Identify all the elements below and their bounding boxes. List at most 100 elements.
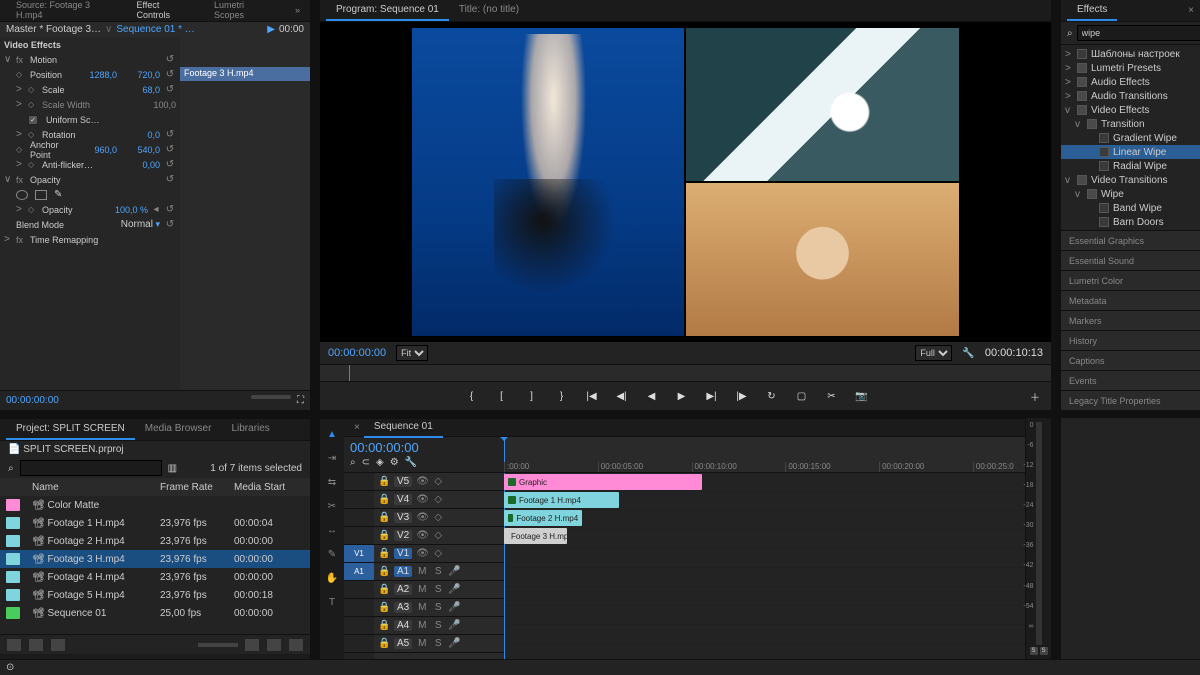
ec-blend-mode[interactable]: Normal ▾ [110,219,160,230]
transport-btn-13[interactable]: 📷 [854,388,870,404]
audio-track-header[interactable]: 🔒A3MS🎤 [374,599,504,617]
tab-effects[interactable]: Effects [1067,0,1117,21]
track-select-tool[interactable]: ⇥ [323,449,341,467]
panel-menu[interactable]: » [285,1,310,21]
pen-tool[interactable]: ✎ [323,545,341,563]
ec-position-y[interactable]: 720,0 [125,70,160,80]
transport-btn-7[interactable]: ▶ [674,388,690,404]
ec-scale[interactable]: 68,0 [125,85,160,95]
col-name[interactable]: Name [32,482,156,493]
ec-zoom-slider[interactable] [251,395,291,399]
transport-btn-0[interactable]: { [464,388,480,404]
twirl-opacityval[interactable]: > [16,204,24,215]
panel-stack-item[interactable]: Lumetri Color [1061,270,1200,290]
close-icon[interactable]: × [1182,5,1200,16]
effects-item[interactable]: Radial Wipe [1061,159,1200,173]
effects-item[interactable]: Band Wipe [1061,201,1200,215]
project-row[interactable]: 📽 Footage 2 H.mp423,976 fps00:00:00 [0,532,310,550]
panel-stack-item[interactable]: Essential Sound [1061,250,1200,270]
uniform-scale-check[interactable]: ✓ [28,115,38,125]
tab-libraries[interactable]: Libraries [221,419,279,440]
source-patch[interactable] [344,617,374,635]
ec-opacity[interactable]: Opacity [30,175,160,185]
reset-position[interactable]: ↺ [164,69,176,80]
kf-opacityval[interactable]: ◇ [28,205,38,214]
slip-tool[interactable]: ↔ [323,521,341,539]
reset-scale[interactable]: ↺ [164,84,176,95]
video-track-header[interactable]: 🔒V5👁◇ [374,473,504,491]
effects-item[interactable]: >Audio Transitions [1061,89,1200,103]
timeline-clip[interactable]: Graphic [504,474,702,490]
reset-motion[interactable]: ↺ [164,54,176,65]
timeline-lanes[interactable]: GraphicFootage 1 H.mp4Footage 2 H.mp4Foo… [504,473,1025,659]
list-view-icon[interactable] [6,638,22,652]
source-patch[interactable] [344,491,374,509]
reset-rotation[interactable]: ↺ [164,129,176,140]
effects-item[interactable]: Gradient Wipe [1061,131,1200,145]
reset-blend[interactable]: ↺ [164,219,176,230]
hand-tool[interactable]: ✋ [323,569,341,587]
kf-anchor[interactable]: ◇ [16,145,26,154]
twirl-motion[interactable]: ∨ [4,54,12,65]
type-tool[interactable]: T [323,593,341,611]
source-patch[interactable]: V1 [344,545,374,563]
panel-stack-item[interactable]: Legacy Title Properties [1061,390,1200,410]
timeline-tc[interactable]: 00:00:00:00 [350,440,498,455]
project-filter-icon[interactable]: ▥ [168,463,177,474]
program-quality[interactable]: Full [915,345,952,361]
timeline-clip[interactable]: Footage 2 H.mp4 [504,510,582,526]
source-patch[interactable] [344,527,374,545]
transport-btn-8[interactable]: ▶| [704,388,720,404]
divider-middle[interactable] [0,410,1200,418]
source-patch[interactable] [344,509,374,527]
program-ruler[interactable] [320,364,1051,382]
snap-icon[interactable]: ⌕ [350,457,356,468]
ripple-tool[interactable]: ⇆ [323,473,341,491]
ec-anchor-y[interactable]: 540,0 [125,145,160,155]
divider-right-2[interactable] [1051,418,1061,659]
kf-scale[interactable]: ◇ [28,85,38,94]
source-patch[interactable] [344,581,374,599]
effect-controls-timeline[interactable]: Footage 3 H.mp4 [180,37,310,390]
ec-position-x[interactable]: 1288,0 [82,70,117,80]
effects-item[interactable]: vVideo Effects [1061,103,1200,117]
settings-icon[interactable]: ⚙ [390,457,399,468]
twirl-antiflicker[interactable]: > [16,159,24,170]
project-row[interactable]: 📽 Sequence 0125,00 fps00:00:00 [0,604,310,622]
effects-item[interactable]: >Audio Effects [1061,75,1200,89]
transport-btn-2[interactable]: ] [524,388,540,404]
audio-track-header[interactable]: 🔒A4MS🎤 [374,617,504,635]
panel-stack-item[interactable]: Essential Graphics [1061,230,1200,250]
transport-btn-3[interactable]: } [554,388,570,404]
divider-left[interactable] [310,0,320,410]
transport-btn-6[interactable]: ◀ [644,388,660,404]
ec-time-remap[interactable]: Time Remapping [30,235,176,245]
marker-icon[interactable]: ◈ [376,457,384,468]
wrench-icon[interactable]: 🔧 [405,457,417,468]
reset-opacity[interactable]: ↺ [164,174,176,185]
add-button[interactable]: ＋ [1027,388,1043,404]
program-monitor[interactable] [320,22,1051,342]
divider-right[interactable] [1051,0,1061,410]
transport-btn-10[interactable]: ↻ [764,388,780,404]
effects-item[interactable]: vVideo Transitions [1061,173,1200,187]
transport-btn-11[interactable]: ▢ [794,388,810,404]
twirl-timeremap[interactable]: > [4,234,12,245]
divider-left-2[interactable] [310,418,320,659]
source-patch[interactable] [344,473,374,491]
effects-item[interactable]: vTransition [1061,117,1200,131]
source-patch[interactable]: A1 [344,563,374,581]
col-fps[interactable]: Frame Rate [160,482,230,493]
panel-stack-item[interactable]: Metadata [1061,290,1200,310]
freeform-view-icon[interactable] [50,638,66,652]
source-patch[interactable] [344,635,374,653]
solo-right[interactable]: S [1040,647,1048,655]
ec-rotation[interactable]: 0,0 [125,130,160,140]
video-track-header[interactable]: 🔒V3👁◇ [374,509,504,527]
zoom-slider[interactable] [198,643,238,647]
project-row[interactable]: 📽 Footage 1 H.mp423,976 fps00:00:04 [0,514,310,532]
transport-btn-4[interactable]: |◀ [584,388,600,404]
icon-view-icon[interactable] [28,638,44,652]
solo-left[interactable]: S [1030,647,1038,655]
ec-seq[interactable]: Sequence 01 * … [116,24,194,35]
